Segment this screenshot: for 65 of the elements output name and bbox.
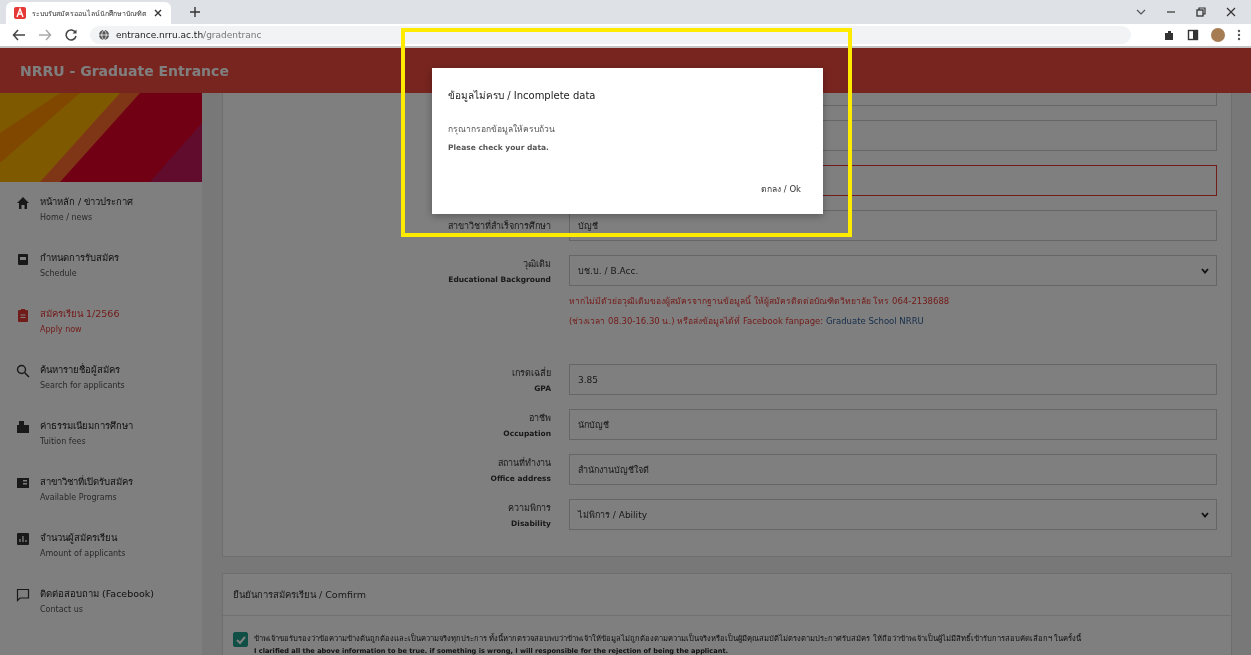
dropdown[interactable]: บช.บ. / B.Acc. [569, 255, 1217, 286]
ok-button[interactable]: ตกลง / Ok [755, 178, 807, 200]
item-sublabel: Amount of applicants [40, 549, 126, 558]
more-vertical-icon[interactable] [1237, 29, 1241, 41]
item-label: ค้นหารายชื่อผู้สมัคร [40, 362, 121, 377]
site-logo-icon [14, 7, 26, 19]
input-field[interactable]: 3.85 [569, 364, 1217, 395]
item-sublabel: Apply now [40, 325, 83, 334]
url-text: entrance.nrru.ac.th/gradentranc [116, 30, 262, 40]
fanpage-link[interactable]: Graduate School NRRU [825, 316, 924, 326]
dialog-message: กรุณากรอกข้อมูลให้ครบถ้วน [448, 123, 556, 136]
item-label: หน้าหลัก / ข่าวประกาศ [40, 195, 134, 209]
item-sublabel: Contact us [40, 605, 84, 614]
sidebar-item[interactable]: สาขาวิชาที่เปิดรับสมัคร Available Programs [0, 462, 202, 518]
close-icon[interactable] [153, 8, 163, 18]
home-icon [16, 196, 30, 210]
search-icon [16, 364, 30, 378]
input-field[interactable]: นักบัญชี [569, 409, 1217, 440]
bar-chart-icon [16, 532, 30, 546]
plus-icon[interactable] [189, 6, 201, 18]
item-sublabel: Tuition fees [40, 437, 87, 446]
dropdown[interactable]: ไม่พิการ / Ability [569, 499, 1217, 530]
profile-avatar[interactable] [1211, 28, 1225, 42]
field-label: วุฒิเดิม [523, 258, 551, 271]
sidebar-item[interactable]: จำนวนผู้สมัครเรียน Amount of applicants [0, 518, 202, 574]
chevron-down-icon [1200, 510, 1210, 520]
reload-icon[interactable] [64, 28, 78, 42]
side-panel-icon[interactable] [1187, 29, 1199, 41]
clipboard-icon [16, 308, 30, 322]
item-sublabel: Search for applicants [40, 381, 125, 390]
item-sublabel: Home / news [40, 213, 94, 222]
field-label: อาชีพ [529, 412, 551, 425]
book-icon [16, 476, 30, 490]
chat-bubble-icon [16, 588, 30, 602]
checkbox[interactable] [233, 632, 248, 647]
sidebar-item[interactable]: ค้นหารายชื่อผู้สมัคร Search for applicants [0, 350, 202, 406]
sidebar-item[interactable]: สมัครเรียน 1/2566 Apply now [0, 294, 202, 350]
hint-text: (ช่วงเวลา 08.30-16.30 น.) หรือส่งข้อมูลได้ที่ Facebook fanpage: Graduate School NRRU [569, 314, 925, 328]
item-label: ค่าธรรมเนียมการศึกษา [40, 419, 133, 433]
item-label: สาขาวิชาที่เปิดรับสมัคร [40, 474, 133, 489]
item-label: ติดต่อสอบถาม (Facebook) [40, 587, 155, 601]
input-field[interactable]: สำนักงานบัญชีใจดี [569, 454, 1217, 485]
address-field[interactable]: entrance.nrru.ac.th/gradentranc [90, 26, 1131, 44]
field-label: สาขาวิชาที่สำเร็จการศึกษา [448, 219, 551, 233]
item-sublabel: Schedule [40, 269, 78, 278]
dialog-title: ข้อมูลไม่ครบ / Incomplete data [448, 89, 597, 103]
chevron-down-icon [1200, 266, 1210, 276]
close-icon[interactable] [1225, 6, 1237, 18]
item-sublabel: Available Programs [40, 493, 118, 502]
field-label: สถานที่ทำงาน [498, 456, 551, 470]
field-label: ความพิการ [508, 502, 551, 515]
hint-text: หากไม่มีตัวย่อวุฒิเดิมของผู้สมัครจากฐานข้อมูลนี้ ให้ผู้สมัครติดต่อบัณฑิตวิทยาลัย โทร 064-2138688 [569, 294, 950, 308]
sidebar-item[interactable]: กำหนดการรับสมัคร Schedule [0, 238, 202, 294]
item-label: สมัครเรียน 1/2566 [40, 307, 120, 321]
globe-icon [98, 29, 110, 41]
field-label: เกรดเฉลี่ย [512, 366, 551, 380]
item-label: จำนวนผู้สมัครเรียน [40, 531, 119, 545]
back-arrow-icon[interactable] [12, 28, 26, 42]
card-title: ยืนยันการสมัครเรียน / Comfirm [223, 574, 1231, 616]
sidebar-item[interactable]: ค่าธรรมเนียมการศึกษา Tuition fees [0, 406, 202, 462]
app-title[interactable]: NRRU - Graduate Entrance [20, 62, 229, 79]
restore-icon[interactable] [1195, 6, 1207, 18]
item-label: กำหนดการรับสมัคร [40, 251, 119, 265]
sidebar-item[interactable]: หน้าหลัก / ข่าวประกาศ Home / news [0, 182, 202, 238]
sidebar-item[interactable]: ติดต่อสอบถาม (Facebook) Contact us [0, 574, 202, 630]
